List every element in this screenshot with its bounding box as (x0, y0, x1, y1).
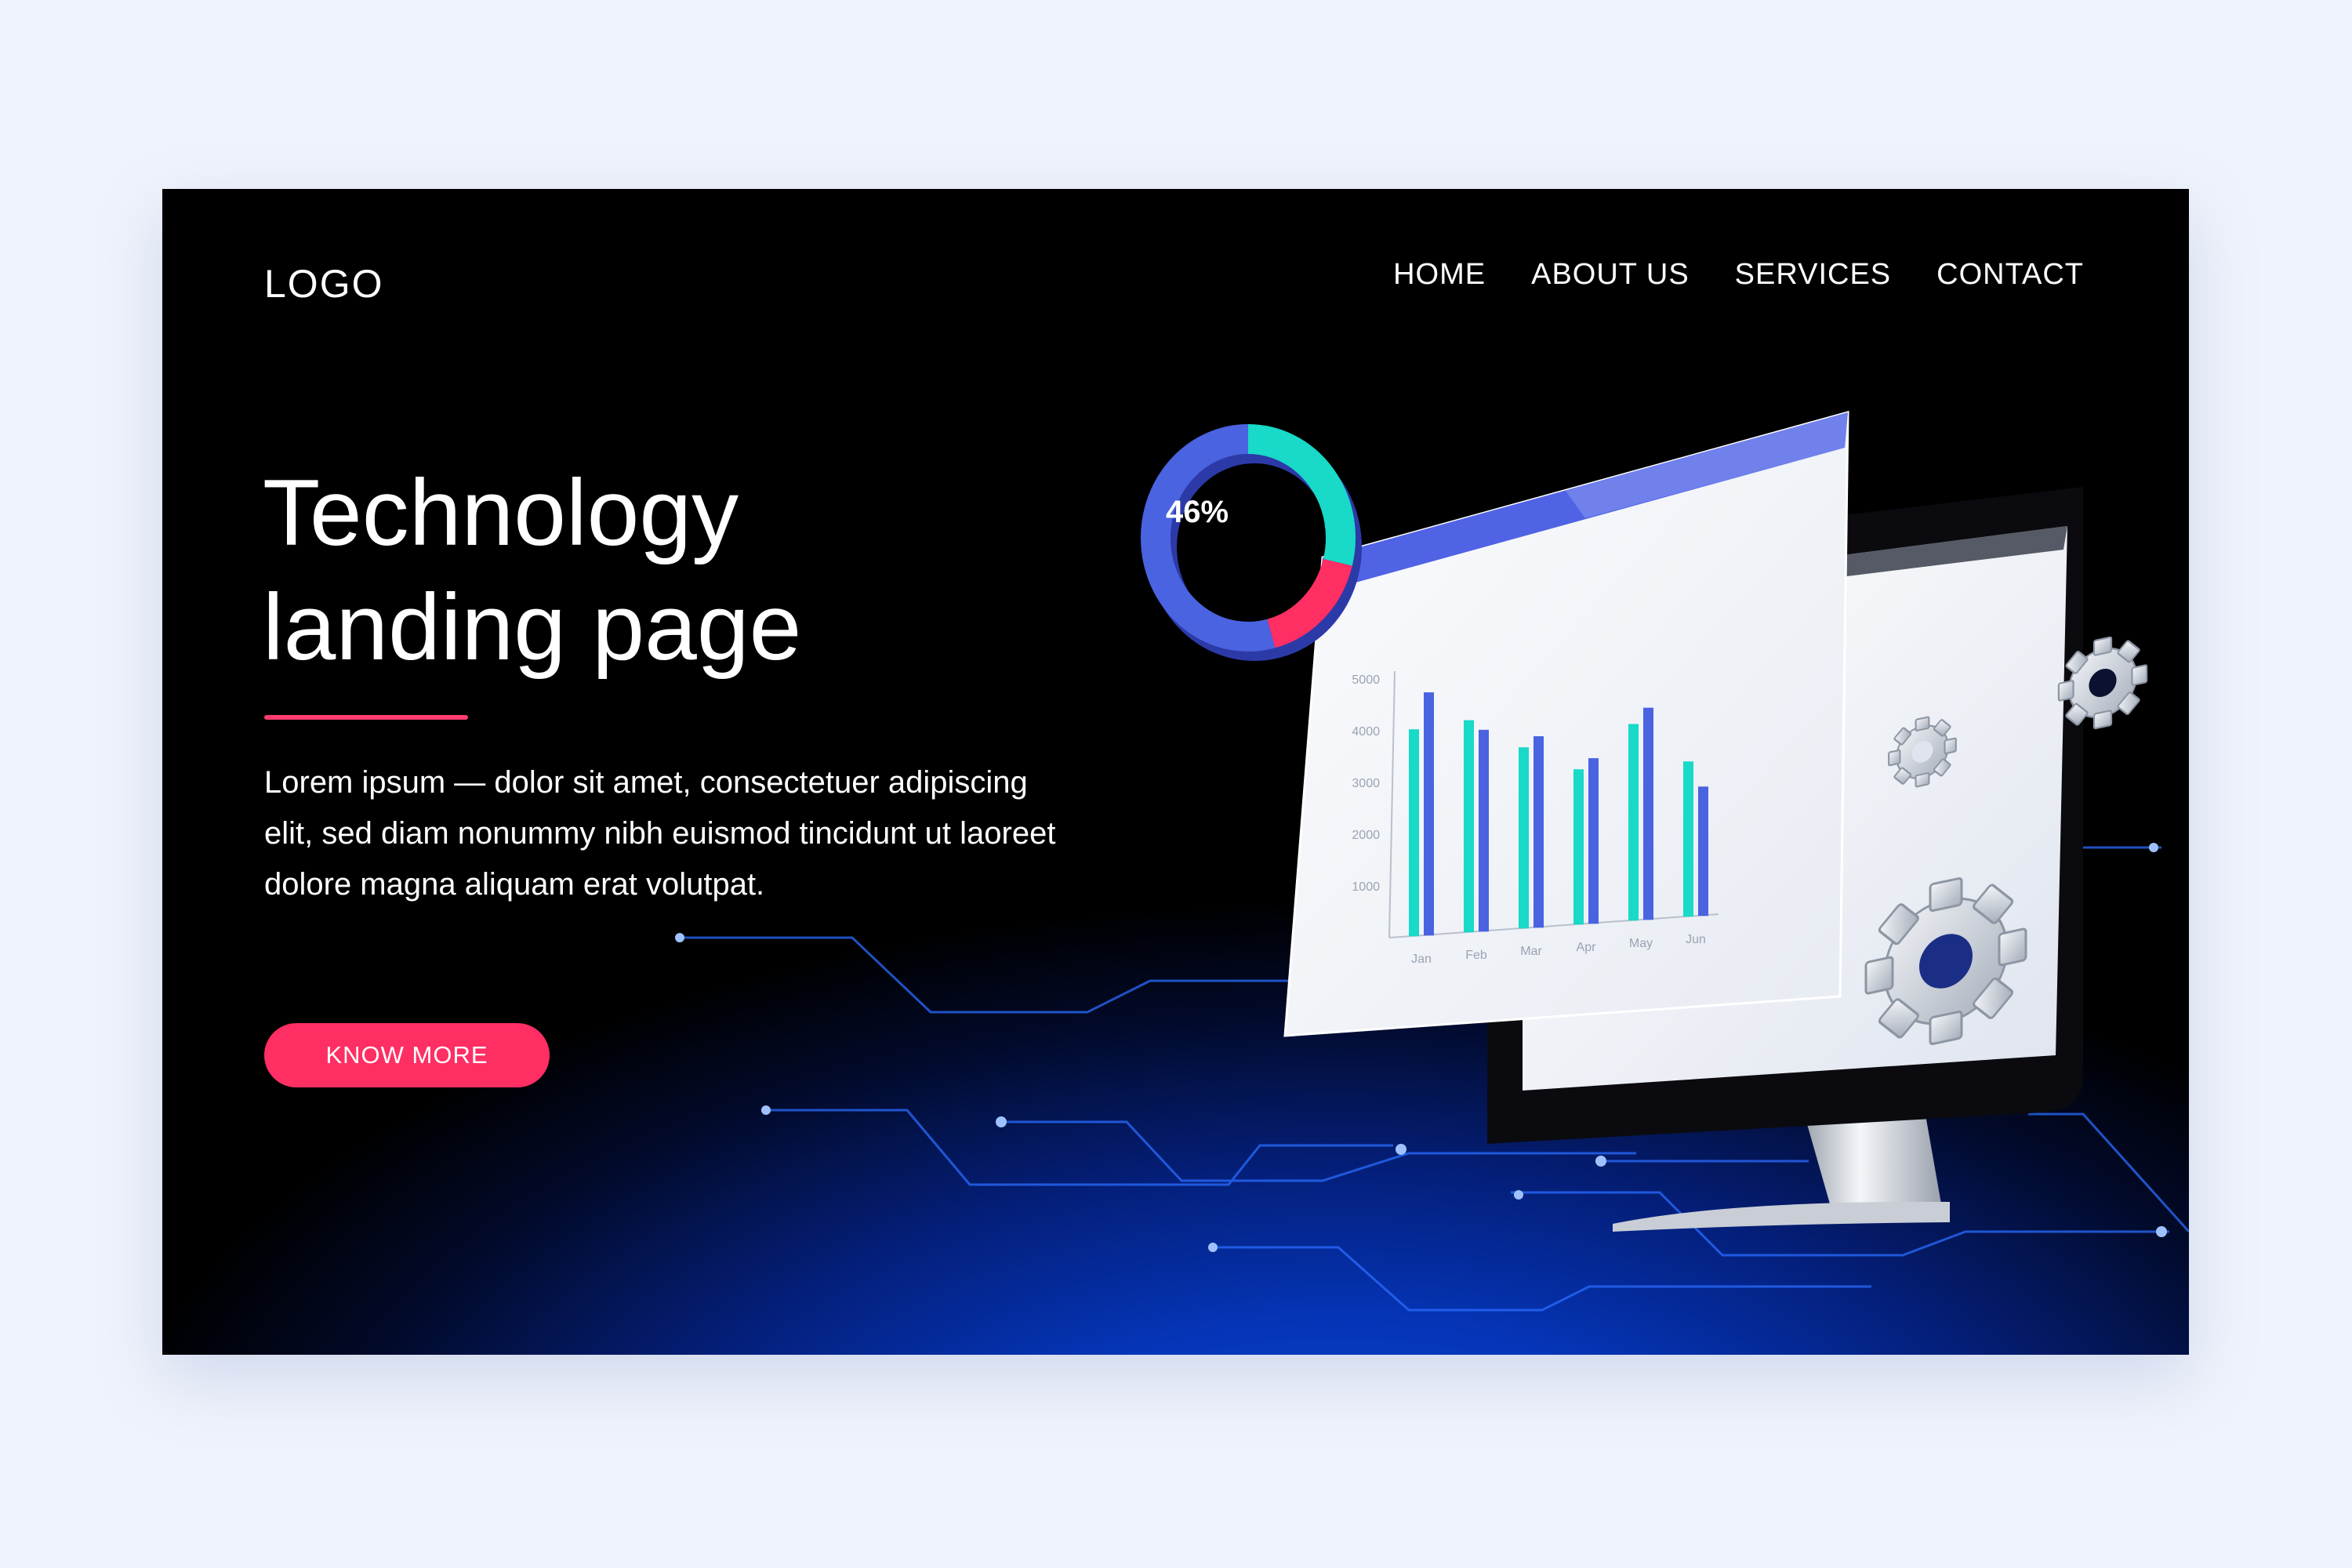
chart-bar (1643, 707, 1653, 920)
chart-bar (1464, 720, 1474, 933)
chart-bar (1628, 724, 1639, 921)
chart-x-tick-label: Jun (1686, 933, 1706, 946)
chart-bar (1519, 747, 1529, 929)
chart-x-tick-label: Feb (1465, 949, 1487, 962)
chart-bar (1573, 769, 1584, 925)
chart-y-tick-label: 3000 (1352, 777, 1380, 790)
chart-y-tick-label: 4000 (1352, 725, 1380, 739)
chart-bar (1409, 729, 1419, 937)
donut-percent-label: 46% (1165, 495, 1229, 529)
chart-panel (1283, 411, 1849, 1037)
chart-y-tick-label: 5000 (1352, 673, 1380, 687)
chart-bar (1534, 736, 1544, 928)
chart-y-tick-label: 2000 (1352, 829, 1380, 842)
chart-x-tick-label: Mar (1520, 945, 1542, 958)
chart-x-tick-label: Jan (1411, 953, 1432, 966)
chart-bar (1698, 786, 1708, 916)
chart-bar (1683, 761, 1693, 917)
chart-bar (1479, 729, 1489, 932)
computer-illustration: 5000 4000 3000 2000 1000 Jan Feb Mar Apr May Jun (1141, 411, 2148, 1232)
donut-chart (1141, 424, 1362, 661)
chart-y-tick-label: 1000 (1352, 880, 1380, 894)
chart-x-tick-label: May (1629, 937, 1653, 950)
chart-bar (1424, 692, 1434, 936)
chart-x-tick-label: Apr (1577, 941, 1597, 954)
landing-page-frame: LOGO HOME ABOUT US SERVICES CONTACT Tech… (162, 189, 2189, 1355)
chart-bar (1588, 758, 1599, 924)
